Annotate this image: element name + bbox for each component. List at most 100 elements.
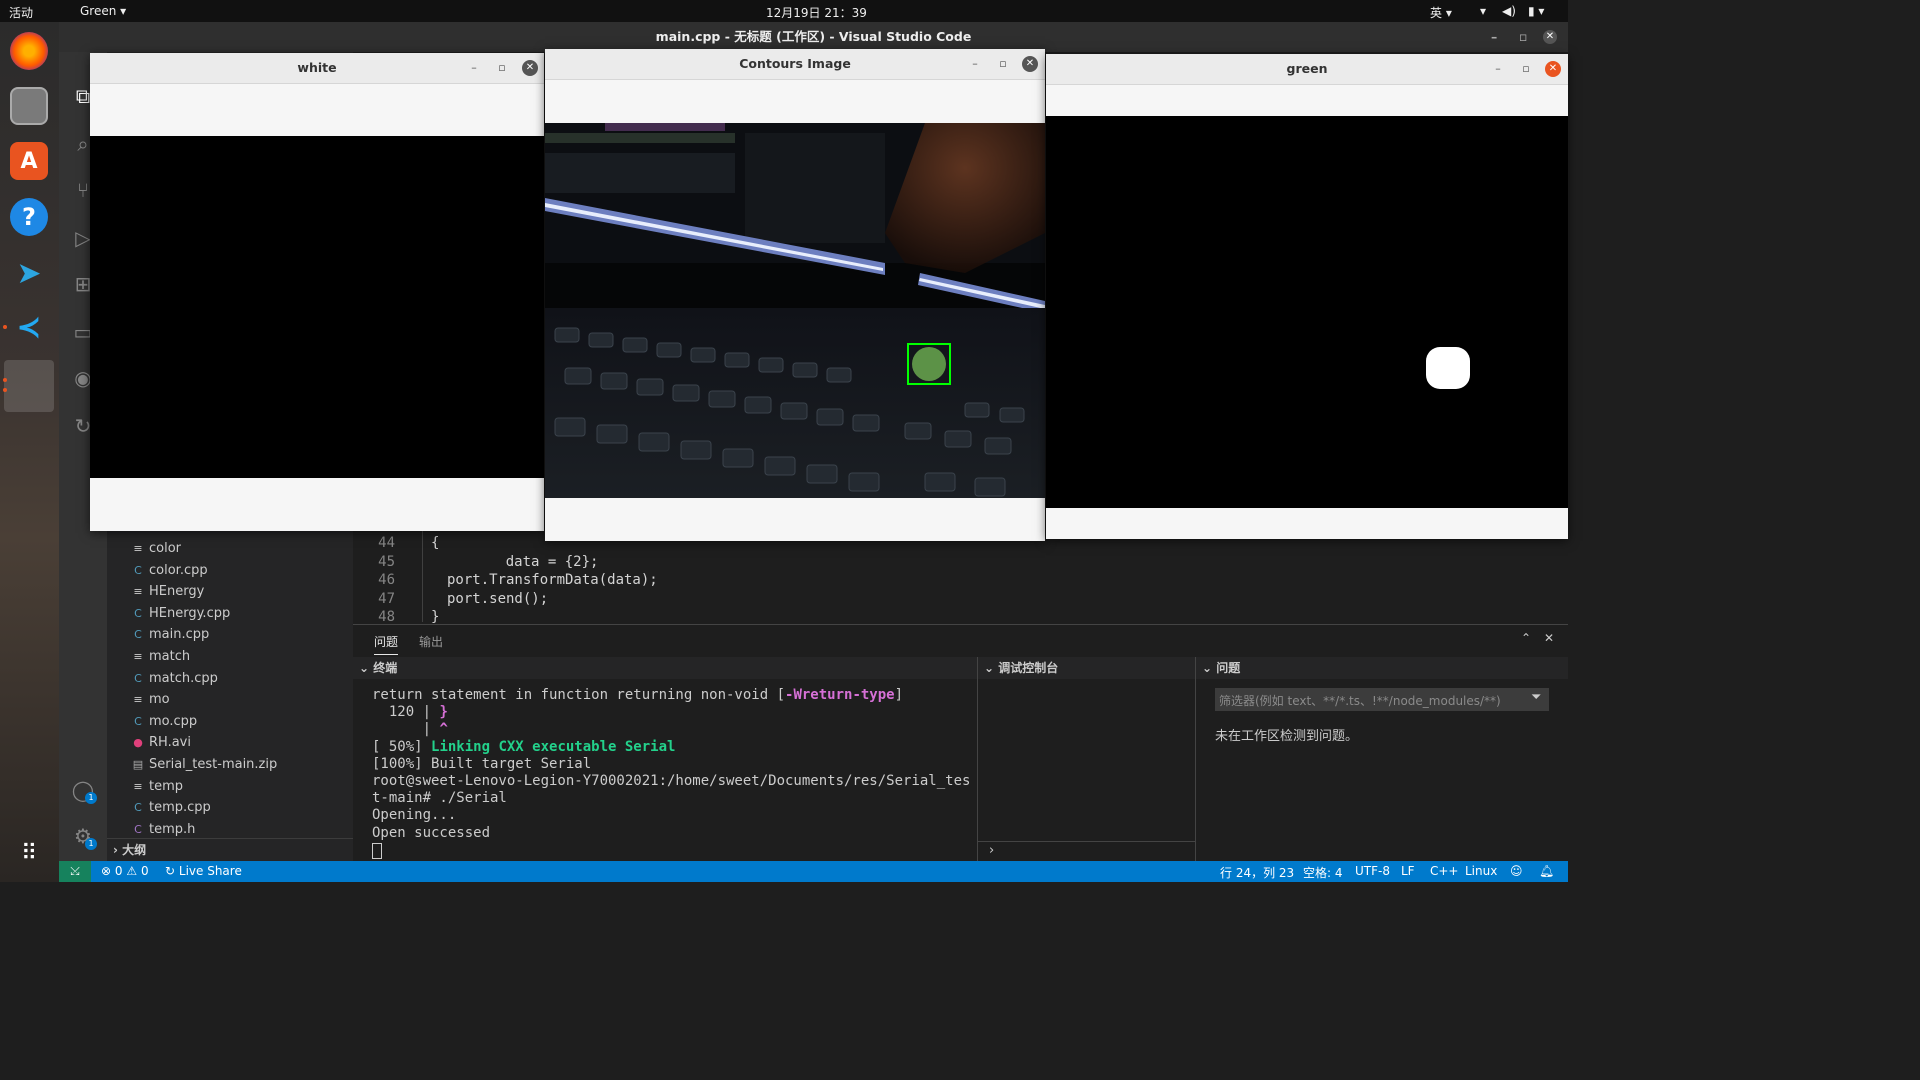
tab-output[interactable]: 输出 [419, 633, 443, 650]
filter-placeholder: 筛选器(例如 text、**/*.ts、!**/node_modules/**) [1219, 694, 1501, 708]
input-method-indicator[interactable]: 英 ▾ [1430, 4, 1452, 21]
terminal-highlight: ^ [439, 721, 448, 738]
maximize-icon[interactable]: ▫ [1518, 61, 1534, 77]
file-name: mo.cpp [149, 713, 198, 729]
file-name: mo [149, 692, 170, 708]
terminal[interactable]: return statement in function returning n… [353, 679, 977, 862]
minimize-icon[interactable]: – [967, 56, 983, 72]
platform[interactable]: Linux [1465, 864, 1497, 878]
volume-icon[interactable]: ◀) [1502, 4, 1516, 18]
encoding[interactable]: UTF-8 [1355, 864, 1390, 878]
indentation[interactable]: 空格: 4 [1303, 864, 1343, 881]
files-icon[interactable] [10, 87, 48, 125]
explorer-file-item[interactable]: ≡ color [131, 539, 181, 559]
cpp-file-icon: C [134, 671, 142, 685]
bottom-panel: 问题 输出 ⌃ ✕ ⌄ 终端 return statement in funct… [353, 624, 1568, 862]
explorer-file-item[interactable]: Ccolor.cpp [131, 561, 208, 581]
divider [1195, 657, 1196, 862]
debug-console-label: 调试控制台 [998, 661, 1059, 675]
contours-window-title: Contours Image [739, 56, 851, 71]
code-line: data = {2}; [472, 553, 599, 570]
indent-guide [422, 530, 423, 622]
telegram-icon[interactable]: ➤ [10, 254, 48, 292]
battery-icon[interactable]: ▮ ▾ [1528, 4, 1544, 18]
code-line: port.send(); [447, 590, 549, 607]
live-share-label: Live Share [178, 864, 242, 878]
help-icon[interactable]: ? [10, 198, 48, 236]
maximize-icon[interactable]: ▫ [1519, 22, 1527, 52]
explorer-file-item[interactable]: ≡ HEnergy [131, 582, 204, 602]
activities-button[interactable]: 活动 [9, 4, 33, 21]
explorer-file-item[interactable]: Ctemp.cpp [131, 798, 211, 818]
language-mode[interactable]: C++ [1430, 864, 1459, 878]
cursor-position[interactable]: 行 24，列 23 [1220, 864, 1294, 881]
minimize-icon[interactable]: – [1490, 61, 1506, 77]
clock[interactable]: 12月19日 21：39 [766, 4, 867, 21]
explorer-file-item[interactable]: ▤ Serial_test-main.zip [131, 755, 277, 775]
explorer-file-item[interactable]: ≡ temp [131, 777, 183, 797]
show-applications-icon[interactable]: ⠿ [10, 834, 48, 872]
line-number: 47 [378, 590, 395, 607]
maximize-icon[interactable]: ▫ [494, 60, 510, 76]
file-name: match [149, 649, 191, 664]
explorer-file-item[interactable]: Cmain.cpp [131, 625, 209, 645]
cpp-file-icon: C [134, 628, 142, 642]
app-menu[interactable]: Green ▾ [80, 4, 126, 18]
explorer-file-item[interactable]: ≡ mo [131, 690, 170, 710]
text-file-icon: ≡ [133, 650, 143, 663]
explorer-file-item[interactable]: Ctemp.h [131, 820, 195, 840]
firefox-icon[interactable] [10, 32, 48, 70]
text-file-icon: ≡ [133, 693, 143, 707]
remote-indicator-icon[interactable]: ⤩ [59, 861, 91, 882]
terminal-icon[interactable] [4, 360, 54, 412]
chevron-down-icon: ⌄ [984, 661, 995, 675]
terminal-header[interactable]: ⌄ 终端 [353, 657, 977, 679]
terminal-line: return statement in function returning n… [372, 687, 903, 703]
warning-icon: ⚠ [126, 864, 138, 878]
end-of-line[interactable]: LF [1401, 864, 1415, 878]
line-number: 44 [378, 535, 395, 551]
minimize-icon[interactable]: – [466, 60, 482, 76]
vscode-icon[interactable]: ≺ [10, 308, 48, 346]
explorer-file-item[interactable]: ● RH.avi [131, 733, 191, 753]
feedback-icon[interactable]: ☺ [1510, 864, 1523, 878]
file-name: temp.h [149, 821, 196, 837]
maximize-icon[interactable]: ▫ [995, 56, 1011, 72]
cpp-file-icon: C [134, 606, 142, 620]
notifications-bell-icon[interactable]: 🔔︎ [1539, 864, 1554, 878]
file-name: color.cpp [149, 562, 208, 578]
file-name: color [149, 541, 182, 556]
explorer-file-item[interactable]: Cmatch.cpp [131, 669, 218, 689]
window-title: main.cpp - 无标题 (工作区) - Visual Studio Cod… [655, 29, 972, 44]
close-icon[interactable]: ✕ [1543, 30, 1557, 44]
chevron-up-icon[interactable]: ⌃ [1521, 631, 1531, 645]
problems-header[interactable]: ⌄ 问题 [1196, 657, 1568, 679]
explorer-file-item[interactable]: Cmo.cpp [131, 712, 197, 732]
close-icon[interactable]: ✕ [1545, 61, 1561, 77]
filter-icon[interactable]: ⏷ [1531, 690, 1541, 705]
error-count: 0 [114, 864, 123, 878]
close-icon[interactable]: ✕ [522, 60, 538, 76]
minimize-icon[interactable]: – [1491, 22, 1497, 52]
header-file-icon: C [134, 822, 142, 836]
debug-input-chevron-icon[interactable]: › [989, 843, 994, 858]
debug-console-header[interactable]: ⌄ 调试控制台 [978, 657, 1195, 679]
live-share-icon: ↻ [165, 864, 176, 878]
text-file-icon: ≡ [133, 585, 143, 599]
explorer-file-item[interactable]: ≡ match [131, 647, 190, 667]
white-window-title: white [297, 60, 337, 75]
close-icon[interactable]: ✕ [1022, 56, 1038, 72]
wifi-icon[interactable]: ▾ [1480, 4, 1486, 18]
errors-indicator[interactable]: ⊗ 0 ⚠ 0 [101, 864, 149, 878]
outline-section[interactable]: › 大纲 [107, 838, 353, 862]
file-name: main.cpp [149, 627, 210, 643]
tab-problems[interactable]: 问题 [374, 633, 399, 655]
problems-filter[interactable]: 筛选器(例如 text、**/*.ts、!**/node_modules/**)… [1215, 688, 1549, 711]
terminal-line: 120 | } [372, 704, 448, 720]
panel-close-icon[interactable]: ✕ [1544, 631, 1554, 645]
explorer-file-item[interactable]: C HEnergy.cpp [131, 604, 230, 624]
running-indicator [3, 325, 7, 329]
software-icon[interactable]: A [10, 142, 48, 180]
live-share-button[interactable]: ↻ Live Share [165, 864, 242, 878]
divider [978, 841, 1195, 842]
